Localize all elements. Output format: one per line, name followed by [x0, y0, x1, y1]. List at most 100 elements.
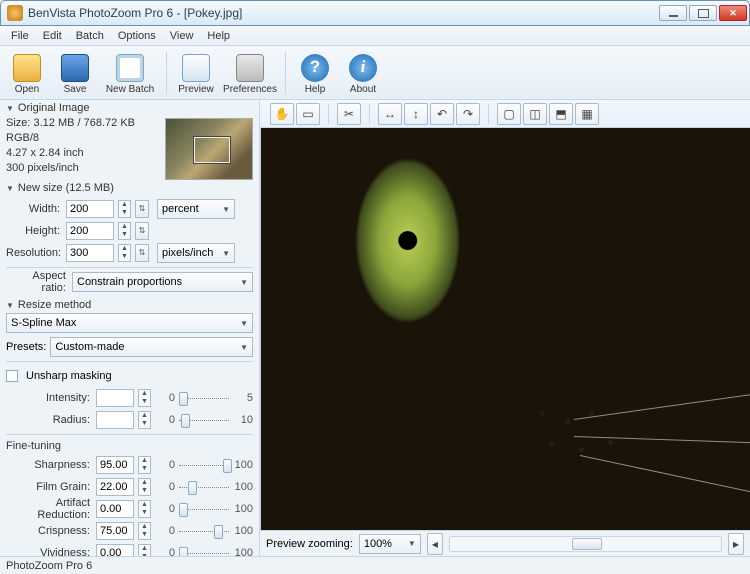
radius-input[interactable] [96, 411, 134, 429]
menu-options[interactable]: Options [111, 28, 163, 44]
vividness-spinner[interactable]: ▲▼ [138, 544, 151, 556]
window-maximize-button[interactable] [689, 5, 717, 21]
width-spinner[interactable]: ▲▼ [118, 200, 131, 218]
presets-label: Presets: [6, 341, 46, 353]
original-res: 300 pixels/inch [6, 161, 159, 176]
toolbar-save-button[interactable]: Save [52, 51, 98, 95]
crop-tool-button[interactable]: ✂ [337, 103, 361, 125]
window-minimize-button[interactable] [659, 5, 687, 21]
artifact-slider[interactable] [179, 501, 229, 517]
view-split-vertical-button[interactable]: ⬒ [549, 103, 573, 125]
width-input[interactable] [66, 200, 114, 218]
radius-min: 0 [155, 414, 175, 426]
window-title: BenVista PhotoZoom Pro 6 - [Pokey.jpg] [28, 6, 657, 20]
crispness-input[interactable] [96, 522, 134, 540]
separator [6, 267, 253, 268]
radius-slider[interactable] [179, 412, 229, 428]
sharpness-max: 100 [233, 459, 253, 471]
rotate-right-button[interactable]: ↷ [456, 103, 480, 125]
view-split-horizontal-button[interactable]: ◫ [523, 103, 547, 125]
preview-icon [182, 54, 210, 82]
title-bar: BenVista PhotoZoom Pro 6 - [Pokey.jpg] [0, 0, 750, 26]
toolbar-open-button[interactable]: Open [4, 51, 50, 95]
menu-view[interactable]: View [163, 28, 201, 44]
original-mode: RGB/8 [6, 131, 159, 146]
height-spinner[interactable]: ▲▼ [118, 222, 131, 240]
artifact-label: Artifact Reduction: [6, 497, 92, 521]
about-icon [349, 54, 377, 82]
aspect-ratio-select[interactable]: Constrain proportions [72, 272, 253, 292]
resolution-spinner[interactable]: ▲▼ [118, 244, 131, 262]
vividness-max: 100 [233, 547, 253, 556]
unsharp-checkbox[interactable] [6, 370, 18, 382]
resolution-label: Resolution: [6, 247, 62, 259]
resolution-input[interactable] [66, 244, 114, 262]
menu-help[interactable]: Help [200, 28, 237, 44]
vividness-slider[interactable] [179, 545, 229, 556]
artifact-spinner[interactable]: ▲▼ [138, 500, 151, 518]
intensity-spinner[interactable]: ▲▼ [138, 389, 151, 407]
scroll-left-button[interactable]: ◂ [427, 533, 443, 555]
intensity-min: 0 [155, 392, 175, 404]
toolbar-newbatch-button[interactable]: New Batch [100, 51, 160, 95]
resize-method-select[interactable]: S-Spline Max [6, 313, 253, 333]
view-quad-button[interactable]: ▦ [575, 103, 599, 125]
view-single-button[interactable]: ▢ [497, 103, 521, 125]
original-info-text: Size: 3.12 MB / 768.72 KB RGB/8 4.27 x 2… [6, 116, 159, 180]
menu-edit[interactable]: Edit [36, 28, 69, 44]
settings-panel: Original Image Size: 3.12 MB / 768.72 KB… [0, 100, 260, 556]
artifact-input[interactable] [96, 500, 134, 518]
newsize-header[interactable]: New size (12.5 MB) [6, 180, 253, 196]
height-input[interactable] [66, 222, 114, 240]
hand-tool-button[interactable]: ✋ [270, 103, 294, 125]
flip-horizontal-button[interactable]: ↔ [378, 103, 402, 125]
preview-scrollbar[interactable] [449, 536, 722, 552]
crispness-slider[interactable] [179, 523, 229, 539]
menu-file[interactable]: File [4, 28, 36, 44]
intensity-slider[interactable] [179, 390, 229, 406]
open-icon [13, 54, 41, 82]
filmgrain-spinner[interactable]: ▲▼ [138, 478, 151, 496]
intensity-label: Intensity: [6, 392, 92, 404]
height-swap-button[interactable]: ⇅ [135, 222, 149, 240]
width-swap-button[interactable]: ⇅ [135, 200, 149, 218]
newbatch-icon [116, 54, 144, 82]
main-toolbar: Open Save New Batch Preview Preferences … [0, 46, 750, 100]
radius-max: 10 [233, 414, 253, 426]
preview-image[interactable] [260, 128, 750, 530]
resolution-unit-select[interactable]: pixels/inch [157, 243, 235, 263]
window-close-button[interactable] [719, 5, 747, 21]
intensity-input[interactable] [96, 389, 134, 407]
original-image-header[interactable]: Original Image [6, 100, 253, 116]
presets-select[interactable]: Custom-made [50, 337, 253, 357]
preview-panel: ✋ ▭ ✂ ↔ ↕ ↶ ↷ ▢ ◫ ⬒ ▦ [260, 100, 750, 556]
toolbar-help-button[interactable]: Help [292, 51, 338, 95]
vividness-input[interactable] [96, 544, 134, 556]
rotate-left-button[interactable]: ↶ [430, 103, 454, 125]
toolbar-preferences-button[interactable]: Preferences [221, 51, 279, 95]
preview-zoom-select[interactable]: 100% [359, 534, 421, 554]
radius-spinner[interactable]: ▲▼ [138, 411, 151, 429]
aspect-label: Aspect ratio: [6, 270, 68, 294]
toolbar-about-button[interactable]: About [340, 51, 386, 95]
intensity-max: 5 [233, 392, 253, 404]
flip-vertical-button[interactable]: ↕ [404, 103, 428, 125]
preferences-icon [236, 54, 264, 82]
filmgrain-slider[interactable] [179, 479, 229, 495]
resize-method-header[interactable]: Resize method [6, 297, 253, 313]
vividness-min: 0 [155, 547, 175, 556]
size-unit-select[interactable]: percent [157, 199, 235, 219]
help-icon [301, 54, 329, 82]
selection-tool-button[interactable]: ▭ [296, 103, 320, 125]
width-label: Width: [6, 203, 62, 215]
sharpness-spinner[interactable]: ▲▼ [138, 456, 151, 474]
filmgrain-input[interactable] [96, 478, 134, 496]
scroll-right-button[interactable]: ▸ [728, 533, 744, 555]
sharpness-input[interactable] [96, 456, 134, 474]
toolbar-preview-button[interactable]: Preview [173, 51, 219, 95]
crispness-spinner[interactable]: ▲▼ [138, 522, 151, 540]
resolution-swap-button[interactable]: ⇅ [135, 244, 149, 262]
menu-batch[interactable]: Batch [69, 28, 111, 44]
sharpness-slider[interactable] [179, 457, 229, 473]
original-thumbnail[interactable] [165, 118, 253, 180]
